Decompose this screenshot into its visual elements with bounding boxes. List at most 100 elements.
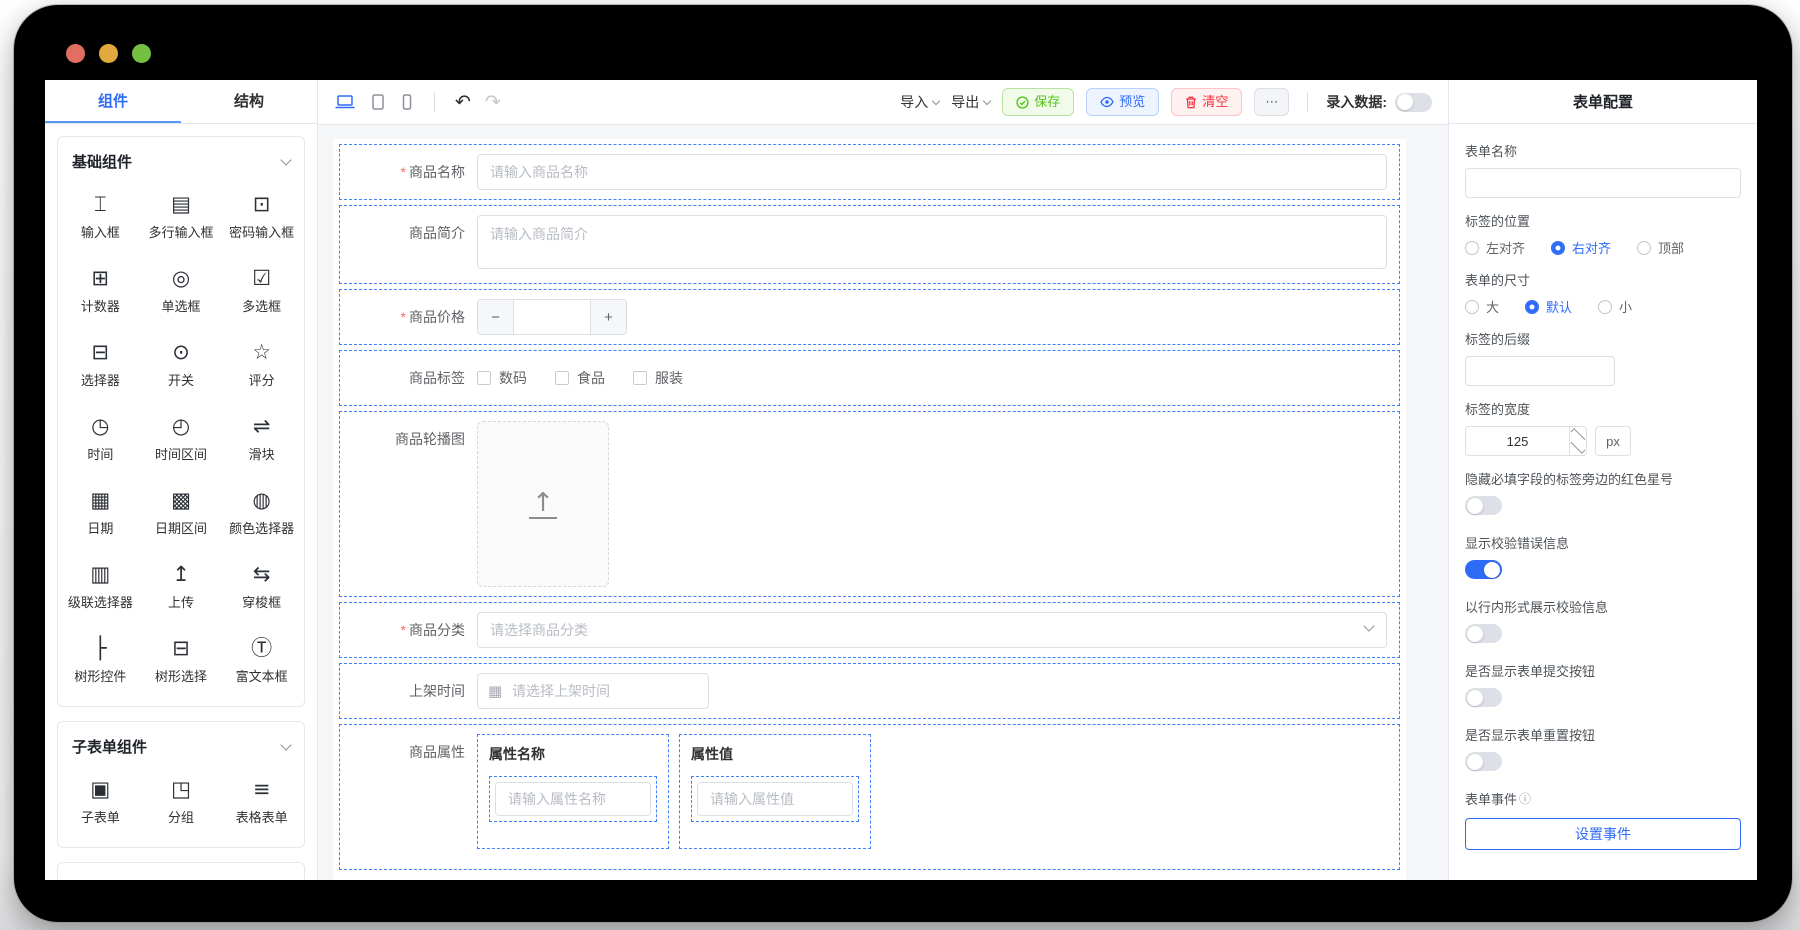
form-widget-textarea[interactable]: 商品简介 [339,205,1400,284]
section-header[interactable]: 辅助组件 [58,863,304,880]
form-widget-select[interactable]: * 商品分类 [339,602,1400,658]
form-widget-subform[interactable]: 商品属性 属性名称 属性值 [339,724,1400,870]
toggle-knob [1467,753,1483,770]
import-dropdown[interactable]: 导入 [900,92,941,112]
form-widget-upload[interactable]: 商品轮播图 ↑ [339,411,1400,597]
checkbox-option[interactable]: 服装 [633,368,683,388]
select-input[interactable] [477,612,1387,648]
subform-inner-widget[interactable] [489,776,657,822]
subform-column[interactable]: 属性值 [679,734,871,849]
product-intro-textarea[interactable] [477,215,1387,269]
config-toggle-switch[interactable] [1465,688,1502,707]
subform-inner-widget[interactable] [691,776,859,822]
eye-icon [1100,96,1115,108]
checkbox-box[interactable] [477,371,491,385]
product-name-input[interactable] [477,154,1387,190]
component-item-date-range[interactable]: ▩ 日期区间 [141,476,222,550]
minimize-window-button[interactable] [99,44,118,63]
form-size-option[interactable]: 小 [1598,297,1632,316]
device-laptop-button[interactable] [334,93,356,111]
subform-column[interactable]: 属性名称 [477,734,669,849]
cloud-check-icon [1016,95,1029,109]
tab-structure[interactable]: 结构 [181,80,317,123]
close-window-button[interactable] [66,44,85,63]
date-input[interactable] [477,673,709,709]
component-item-transfer[interactable]: ⇆ 穿梭框 [221,550,302,624]
label-position-option[interactable]: 右对齐 [1551,238,1611,257]
form-name-input[interactable] [1465,168,1741,198]
component-item-cascader[interactable]: ▥ 级联选择器 [60,550,141,624]
price-stepper: − + [477,299,627,335]
device-mobile-button[interactable] [400,93,414,111]
tab-components[interactable]: 组件 [45,80,181,123]
form-widget-input[interactable]: * 商品名称 [339,144,1400,200]
form-widget-date[interactable]: 上架时间 ▦ [339,663,1400,719]
component-item-checkbox[interactable]: ☑ 多选框 [221,254,302,328]
label-position-option[interactable]: 顶部 [1637,238,1684,257]
component-item-upload[interactable]: ↥ 上传 [141,550,222,624]
component-item-tree-select[interactable]: ⊟ 树形选择 [141,624,222,698]
label-width-stepper: 125 [1465,426,1587,456]
more-actions-button[interactable]: ⋯ [1254,88,1290,116]
section-header[interactable]: 子表单组件 [58,722,304,763]
component-item-group[interactable]: ◳ 分组 [141,765,222,839]
zoom-window-button[interactable] [132,44,151,63]
preview-button[interactable]: 预览 [1086,88,1160,116]
component-item-textarea[interactable]: ▤ 多行输入框 [141,180,222,254]
record-data-toggle[interactable] [1395,92,1432,112]
config-toggle-switch[interactable] [1465,496,1502,515]
form-widget-number[interactable]: * 商品价格 − + [339,289,1400,345]
stepper-down-button[interactable] [1570,439,1586,455]
date-picker[interactable]: ▦ [477,673,709,709]
component-item-subform[interactable]: ▣ 子表单 [60,765,141,839]
form-size-option[interactable]: 默认 [1525,297,1572,316]
form-size-option[interactable]: 大 [1465,297,1499,316]
toggle-label: 隐藏必填字段的标签旁边的红色星号 [1465,472,1674,487]
label-width-value[interactable]: 125 [1466,427,1569,455]
checkbox-box[interactable] [633,371,647,385]
component-item-rate[interactable]: ☆ 评分 [221,328,302,402]
form-widget-checkboxes[interactable]: 商品标签 数码 食品 服装 [339,350,1400,406]
component-item-select[interactable]: ⊟ 选择器 [60,328,141,402]
component-item-table-form[interactable]: ≡ 表格表单 [221,765,302,839]
save-button[interactable]: 保存 [1002,88,1075,116]
component-item-counter[interactable]: ⊞ 计数器 [60,254,141,328]
component-item-time-range[interactable]: ◴ 时间区间 [141,402,222,476]
subform-input[interactable] [697,782,853,816]
stepper-minus-button[interactable]: − [478,300,514,334]
component-item-radio[interactable]: ◎ 单选框 [141,254,222,328]
time-range-icon: ◴ [171,414,191,438]
component-item-input-box[interactable]: ⌶ 输入框 [60,180,141,254]
component-item-switch[interactable]: ⊙ 开关 [141,328,222,402]
component-item-color-picker[interactable]: ◍ 颜色选择器 [221,476,302,550]
upload-dropzone[interactable]: ↑ [477,421,609,587]
label-suffix-input[interactable] [1465,356,1615,386]
component-item-rich-text[interactable]: Ⓣ 富文本框 [221,624,302,698]
radio-dot [1525,299,1540,314]
set-event-button[interactable]: 设置事件 [1465,818,1741,850]
component-item-tree[interactable]: ├ 树形控件 [60,624,141,698]
subform-input[interactable] [495,782,651,816]
component-item-date[interactable]: ▦ 日期 [60,476,141,550]
label-position-option[interactable]: 左对齐 [1465,238,1525,257]
device-tablet-button[interactable] [370,93,386,111]
config-panel: 表单配置 表单名称 标签的位置 左对齐 右对齐 顶部 表单的尺寸大 默认 小标签的后缀 标签的宽… [1448,80,1757,880]
section-header[interactable]: 基础组件 [58,137,304,178]
stepper-plus-button[interactable]: + [590,300,626,334]
config-toggle-switch[interactable] [1465,752,1502,771]
component-item-time[interactable]: ◷ 时间 [60,402,141,476]
config-toggle-switch[interactable] [1465,624,1502,643]
checkbox-option[interactable]: 数码 [477,368,527,388]
clear-button[interactable]: 清空 [1171,88,1243,116]
config-toggle-switch[interactable] [1465,560,1502,579]
stepper-value-input[interactable] [514,300,590,334]
category-select[interactable] [477,612,1387,648]
export-dropdown[interactable]: 导出 [951,92,992,112]
checkbox-option[interactable]: 食品 [555,368,605,388]
checkbox-box[interactable] [555,371,569,385]
component-item-slider[interactable]: ⇌ 滑块 [221,402,302,476]
component-item-password-input[interactable]: ⊡ 密码输入框 [221,180,302,254]
undo-button[interactable]: ↶ [455,91,471,113]
info-circle-icon: ⓘ [1519,792,1532,806]
redo-button[interactable]: ↷ [485,91,501,113]
